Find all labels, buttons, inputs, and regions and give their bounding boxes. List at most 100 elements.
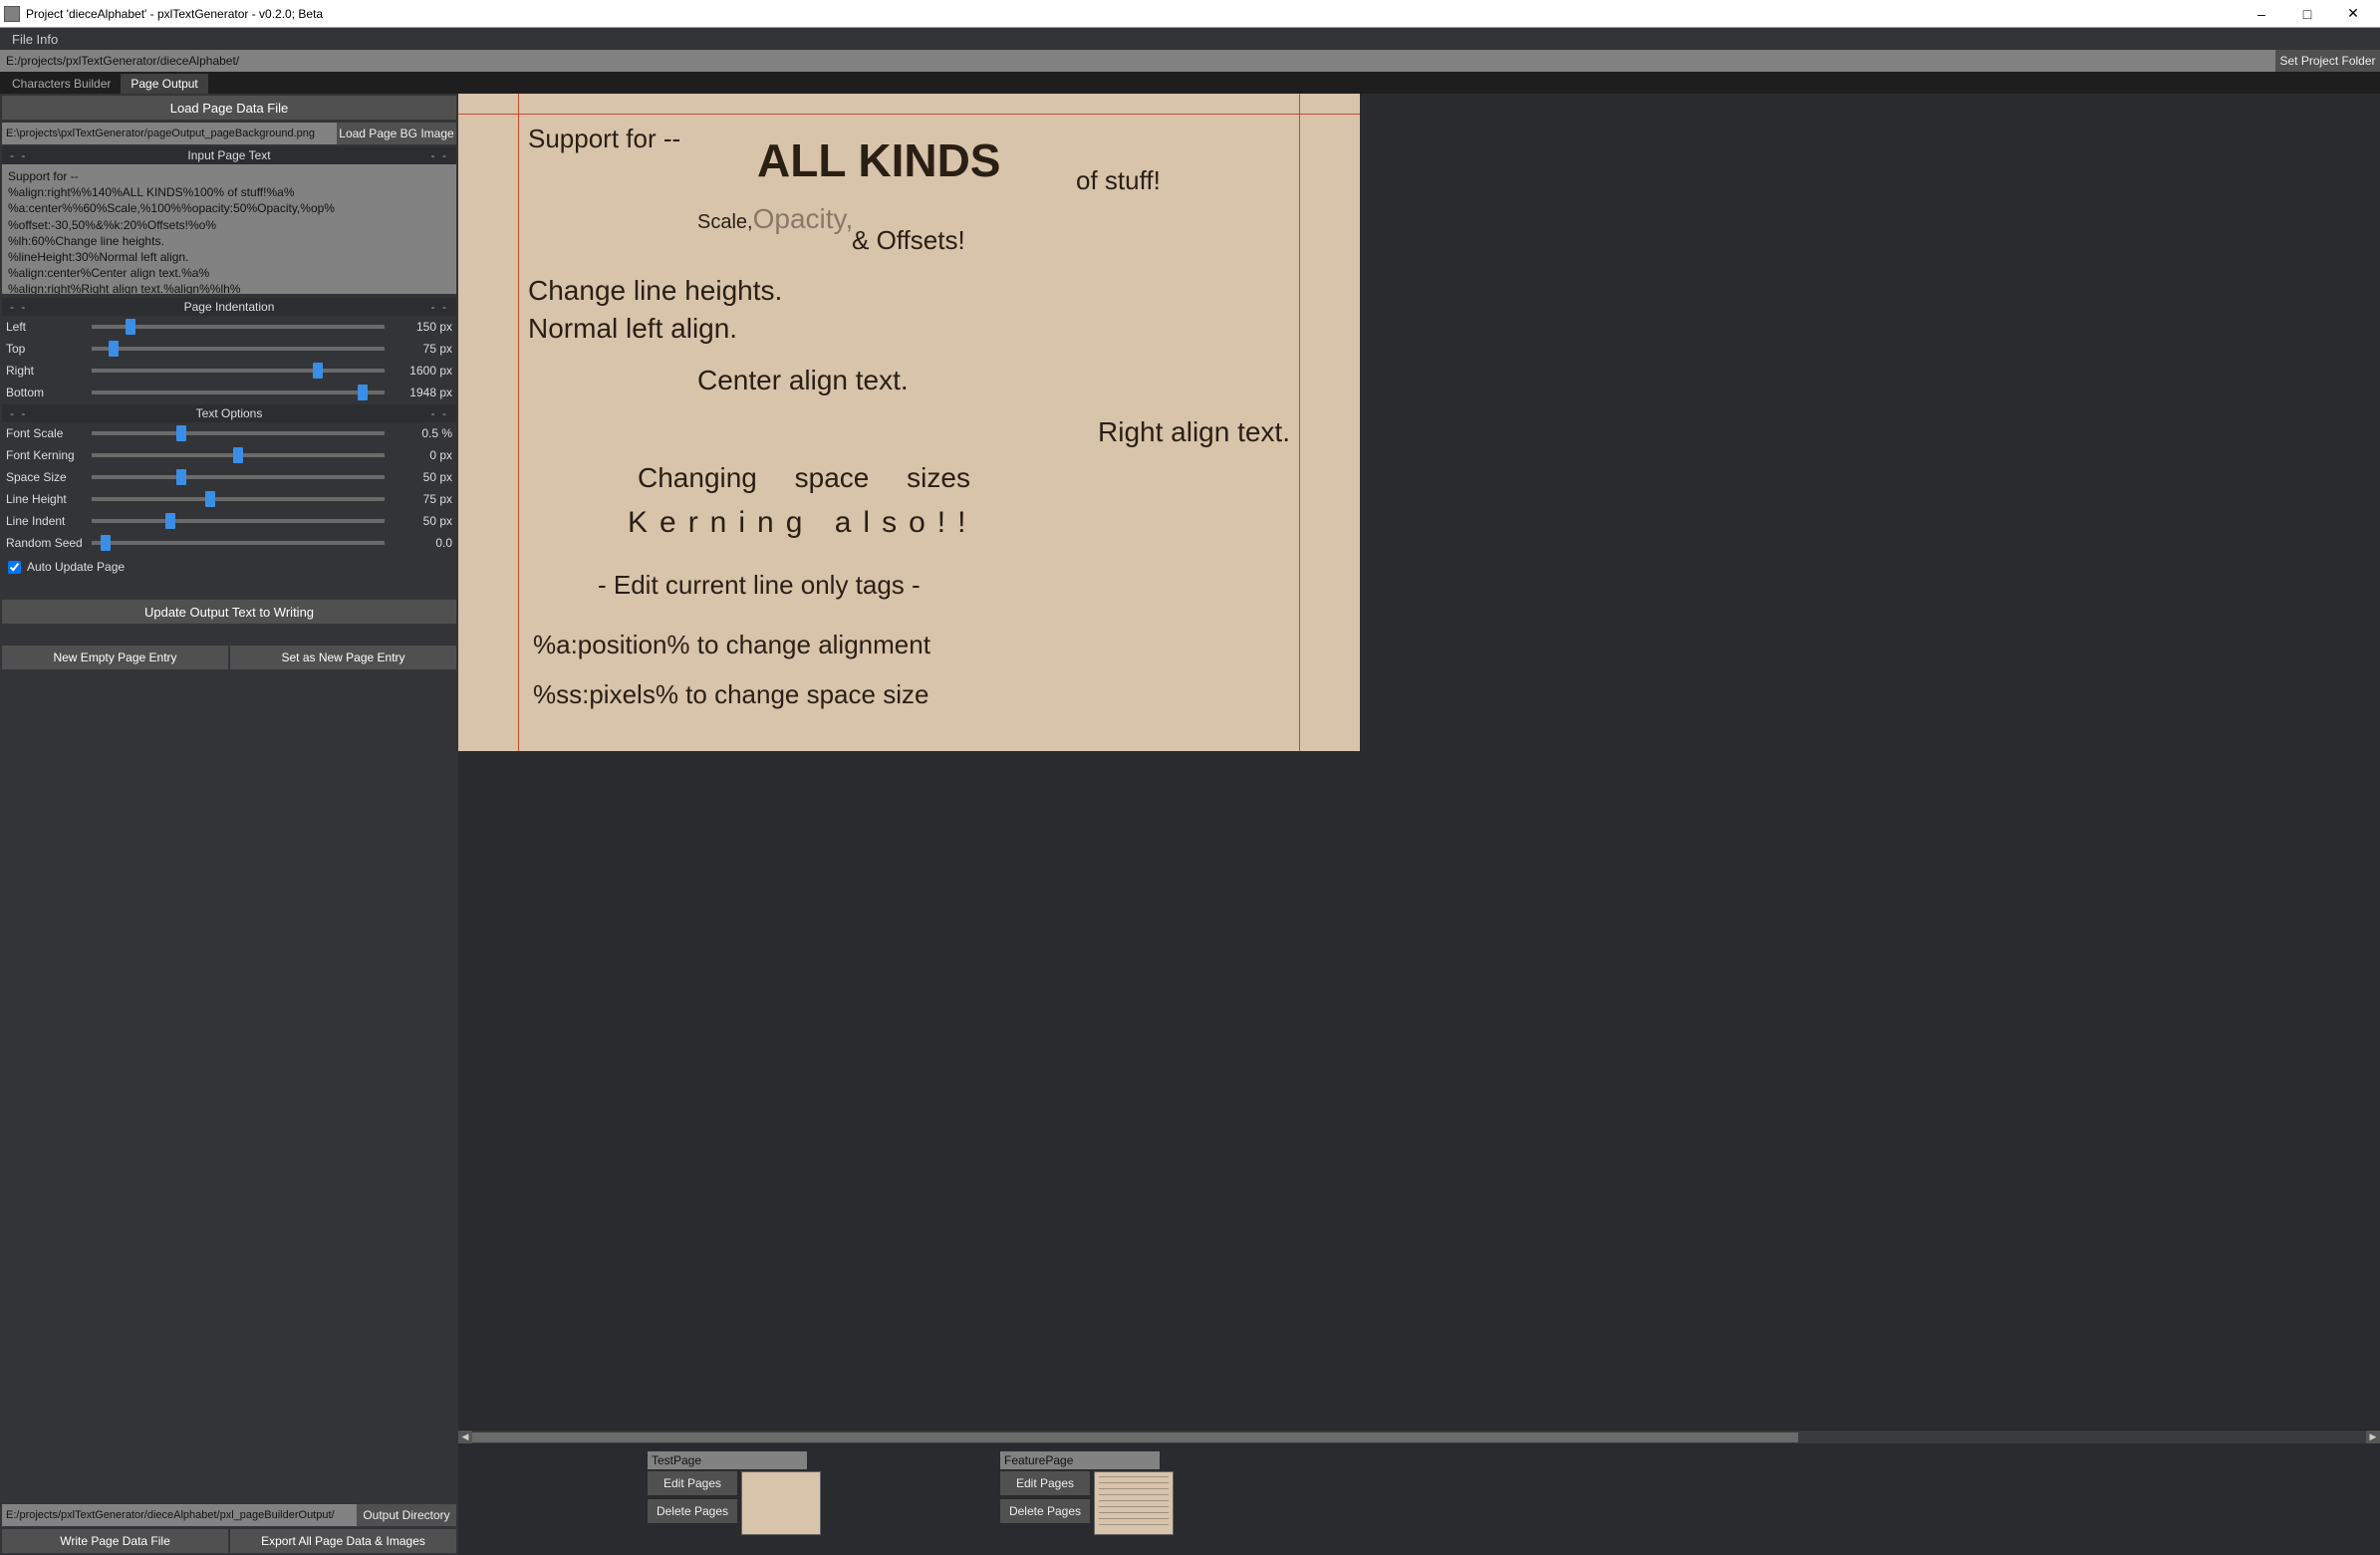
input-text-header: - - Input Page Text - - [2,146,456,164]
preview-viewport[interactable]: Support for -- ALL KINDS of stuff! Scale… [458,94,2380,1429]
text-options-header: - - Text Options - - [2,404,456,422]
slider-label-line-indent: Line Indent [6,514,84,528]
slider-label-font-scale: Font Scale [6,426,84,440]
set-new-page-button[interactable]: Set as New Page Entry [230,646,456,669]
page-card-featurepage: FeaturePage Edit Pages Delete Pages [1000,1451,1174,1535]
new-empty-page-button[interactable]: New Empty Page Entry [2,646,228,669]
horizontal-scrollbar[interactable]: ◀ ▶ [458,1429,2380,1443]
canvas-text: %a:position% to change alignment [533,630,930,660]
canvas-text: Center align text. [697,365,909,396]
slider-right[interactable] [92,369,385,373]
slider-value-top: 75 px [393,342,452,356]
input-text-title: Input Page Text [27,148,430,162]
bg-image-path-input[interactable] [2,123,337,144]
slider-label-top: Top [6,342,84,356]
slider-value-left: 150 px [393,320,452,334]
project-path-row: Set Project Folder [0,50,2380,72]
tab-page-output[interactable]: Page Output [121,74,207,94]
page-indent-header: - - Page Indentation - - [2,298,456,316]
canvas-text: - Edit current line only tags - [598,570,921,601]
slider-value-line-indent: 50 px [393,514,452,528]
window-title: Project 'dieceAlphabet' - pxlTextGenerat… [26,7,2239,21]
page-indent-title: Page Indentation [27,300,430,314]
slider-space-size[interactable] [92,475,385,479]
window-maximize-button[interactable]: □ [2284,0,2330,28]
canvas-text: Kerning also!! [628,506,977,540]
right-panel: Support for -- ALL KINDS of stuff! Scale… [458,94,2380,1555]
slider-label-right: Right [6,364,84,378]
window-titlebar: Project 'dieceAlphabet' - pxlTextGenerat… [0,0,2380,28]
scroll-left-arrow-icon[interactable]: ◀ [458,1430,472,1444]
slider-top[interactable] [92,347,385,351]
canvas-text: Scale,Opacity, [697,203,853,235]
canvas-text: Right align text. [1098,416,1290,448]
scroll-right-arrow-icon[interactable]: ▶ [2366,1430,2380,1444]
header-dashes: - - [431,148,448,162]
page-card-testpage: TestPage Edit Pages Delete Pages [648,1451,821,1535]
menu-file-info[interactable]: File Info [6,30,64,49]
slider-value-font-kerning: 0 px [393,448,452,462]
load-bg-image-button[interactable]: Load Page BG Image [337,123,456,144]
page-card-title: FeaturePage [1000,1451,1160,1469]
window-minimize-button[interactable]: – [2239,0,2284,28]
canvas-text: of stuff! [1076,165,1161,196]
page-thumbnail[interactable] [1094,1471,1174,1535]
set-project-folder-button[interactable]: Set Project Folder [2275,50,2380,72]
output-dir-input[interactable] [2,1504,357,1526]
canvas-text: %ss:pixels% to change space size [533,679,928,710]
update-output-button[interactable]: Update Output Text to Writing [2,600,456,624]
edit-pages-button[interactable]: Edit Pages [1000,1471,1090,1495]
slider-label-font-kerning: Font Kerning [6,448,84,462]
input-page-text-area[interactable] [2,164,456,294]
tab-characters-builder[interactable]: Characters Builder [2,74,121,94]
page-canvas: Support for -- ALL KINDS of stuff! Scale… [458,94,1360,751]
window-close-button[interactable]: ✕ [2330,0,2376,28]
slider-value-bottom: 1948 px [393,386,452,399]
slider-random-seed[interactable] [92,541,385,545]
guide-right [1299,94,1300,751]
canvas-text: & Offsets! [852,225,965,256]
text-options-title: Text Options [27,406,430,420]
output-dir-button[interactable]: Output Directory [357,1504,456,1526]
load-page-data-button[interactable]: Load Page Data File [2,96,456,120]
guide-left [518,94,519,751]
project-path-input[interactable] [0,50,2275,72]
export-all-button[interactable]: Export All Page Data & Images [230,1529,456,1553]
slider-font-scale[interactable] [92,431,385,435]
edit-pages-button[interactable]: Edit Pages [648,1471,737,1495]
slider-left[interactable] [92,325,385,329]
slider-value-right: 1600 px [393,364,452,378]
slider-value-space-size: 50 px [393,470,452,484]
canvas-text: Changing space sizes [638,462,970,494]
page-card-title: TestPage [648,1451,807,1469]
delete-pages-button[interactable]: Delete Pages [648,1499,737,1523]
slider-label-bottom: Bottom [6,386,84,399]
canvas-text: Change line heights. [528,275,782,307]
slider-label-random-seed: Random Seed [6,536,84,550]
slider-value-line-height: 75 px [393,492,452,506]
slider-value-font-scale: 0.5 % [393,426,452,440]
slider-bottom[interactable] [92,390,385,394]
page-thumbnail[interactable] [741,1471,821,1535]
menu-bar: File Info [0,28,2380,50]
tabs-row: Characters Builder Page Output [0,72,2380,94]
auto-update-label: Auto Update Page [27,560,125,574]
delete-pages-button[interactable]: Delete Pages [1000,1499,1090,1523]
canvas-text: Support for -- [528,124,680,154]
write-page-data-button[interactable]: Write Page Data File [2,1529,228,1553]
header-dashes: - - [10,148,27,162]
guide-top [458,114,1360,115]
slider-label-left: Left [6,320,84,334]
slider-line-indent[interactable] [92,519,385,523]
auto-update-checkbox[interactable] [8,561,21,574]
canvas-text: Normal left align. [528,313,737,345]
app-icon [4,6,20,22]
canvas-text: ALL KINDS [757,133,1001,187]
slider-value-random-seed: 0.0 [393,536,452,550]
pages-strip: TestPage Edit Pages Delete Pages Feature… [458,1443,2380,1555]
slider-line-height[interactable] [92,497,385,501]
slider-label-line-height: Line Height [6,492,84,506]
slider-label-space-size: Space Size [6,470,84,484]
slider-font-kerning[interactable] [92,453,385,457]
scroll-thumb[interactable] [472,1432,1798,1442]
